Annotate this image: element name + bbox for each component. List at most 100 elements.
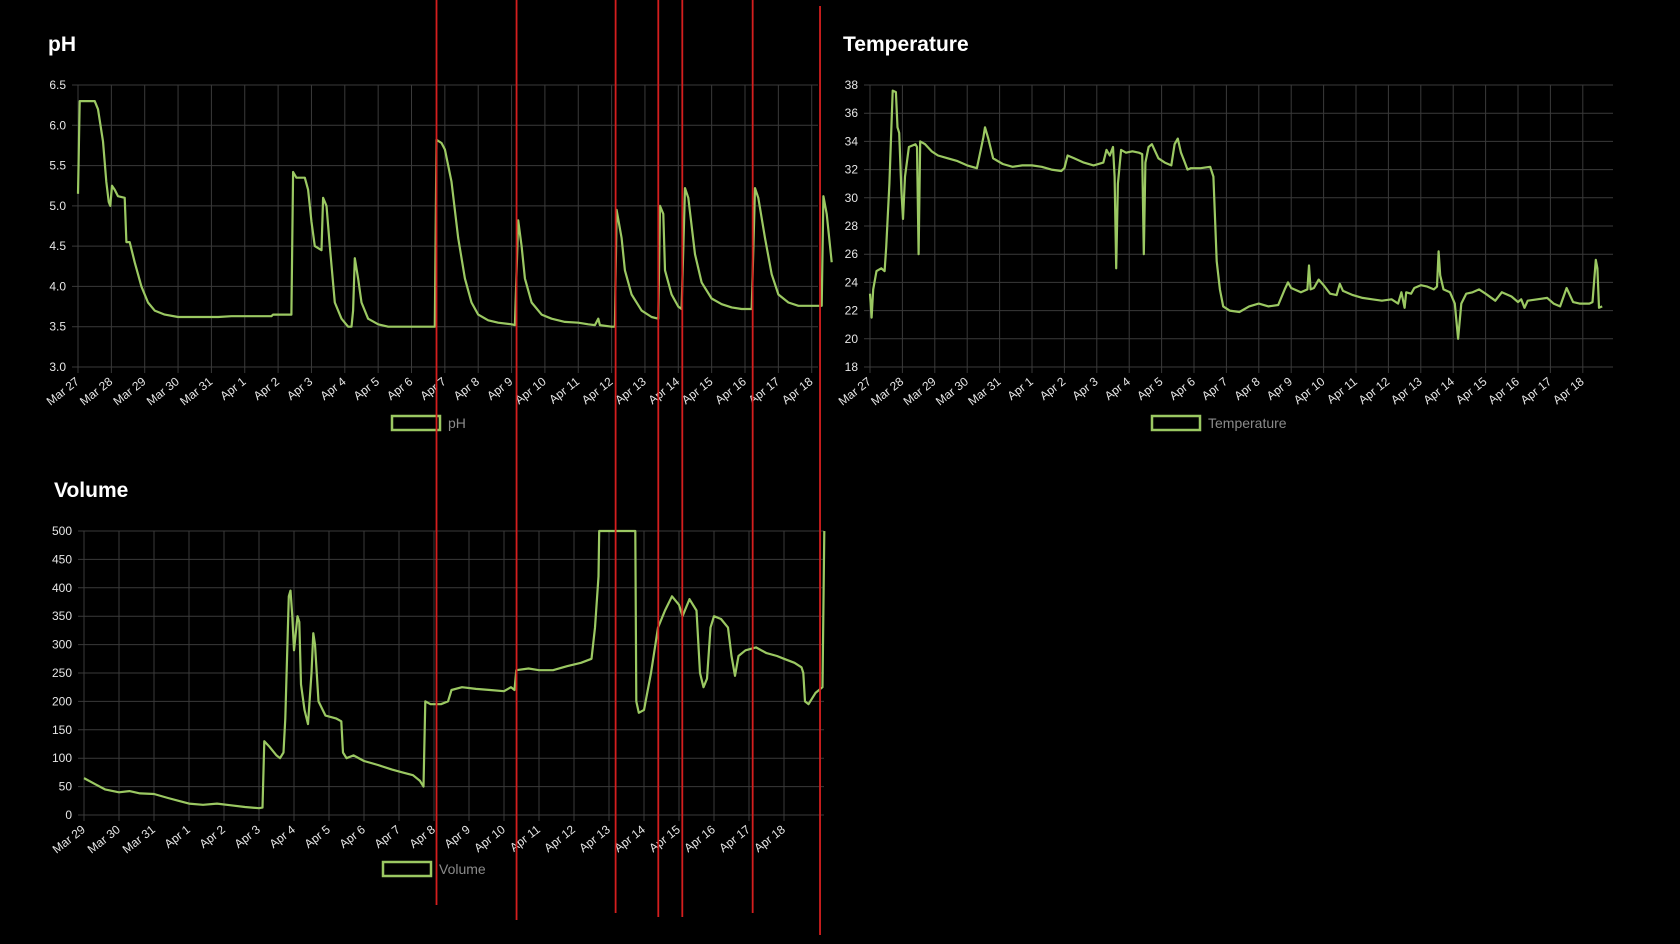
volume-x-tick-label: Apr 4 [267,822,298,851]
temperature-x-tick-label: Apr 8 [1231,374,1262,403]
volume-y-tick-label: 400 [52,581,72,595]
ph-x-tick-label: Apr 13 [612,374,649,407]
volume-series-line [83,529,826,810]
ph-x-tick-label: Mar 29 [110,374,148,408]
volume-x-tick-label: Apr 8 [407,822,438,851]
temperature-y-tick-label: 26 [845,247,859,261]
ph-x-tick-label: Apr 7 [417,374,448,403]
temperature-y-tick-label: 24 [845,275,859,289]
charts-canvas: 3.03.54.04.55.05.56.06.5Mar 27Mar 28Mar … [44,0,1613,935]
volume-x-tick-label: Apr 5 [302,822,333,851]
temperature-x-tick-label: Apr 12 [1356,374,1393,407]
temperature-x-tick-label: Apr 13 [1388,374,1425,407]
volume-x-tick-label: Apr 17 [716,822,753,855]
temperature-y-tick-label: 34 [845,134,859,148]
temperature-x-tick-label: Apr 5 [1134,374,1165,403]
ph-x-tick-label: Mar 31 [177,374,215,408]
ph-x-tick-label: Apr 5 [351,374,382,403]
temperature-y-tick-label: 38 [845,78,859,92]
ph-x-tick-label: Apr 3 [284,374,315,403]
volume-y-tick-label: 100 [52,751,72,765]
ph-x-tick-label: Apr 4 [317,374,348,403]
temperature-x-tick-label: Mar 30 [933,374,971,408]
ph-legend-swatch [390,414,442,432]
ph-series-line [76,99,833,328]
volume-y-tick-label: 50 [59,780,73,794]
ph-y-tick-label: 3.0 [49,360,66,374]
volume-y-tick-label: 250 [52,666,72,680]
volume-x-tick-label: Apr 11 [507,822,543,854]
volume-legend-label: Volume [439,861,486,877]
temperature-chart: 18 20 22 24 26 28 30 32 34 36 38 Mar 27Mar 28Mar 29… [836,78,1613,432]
ph-chart: 3.03.54.04.55.05.56.06.5Mar 27Mar 28Mar … [44,78,833,432]
volume-y-tick-label: 0 [65,808,72,822]
temperature-x-tick-label: Apr 4 [1102,374,1133,403]
temperature-x-tick-label: Apr 3 [1069,374,1100,403]
ph-x-tick-label: Apr 15 [679,374,716,407]
temperature-x-tick-label: Apr 14 [1421,374,1458,407]
ph-y-tick-label: 4.5 [49,239,66,253]
ph-legend-label: pH [448,415,466,431]
ph-x-tick-label: Apr 9 [484,374,515,403]
volume-x-tick-label: Apr 14 [611,822,648,855]
volume-y-tick-label: 450 [52,552,72,566]
temperature-x-tick-label: Apr 1 [1005,374,1036,403]
temperature-x-tick-label: Apr 9 [1264,374,1295,403]
temperature-y-tick-label: 32 [845,163,859,177]
volume-x-tick-label: Apr 1 [162,822,193,851]
ph-x-tick-label: Apr 1 [217,374,248,403]
ph-y-tick-label: 6.0 [49,118,66,132]
volume-x-tick-label: Apr 2 [197,822,228,851]
temperature-series-line [868,89,1603,340]
volume-y-tick-label: 200 [52,694,72,708]
ph-x-tick-label: Apr 10 [512,374,549,407]
volume-x-tick-label: Apr 18 [751,822,788,855]
ph-x-tick-label: Mar 27 [44,374,82,408]
volume-x-tick-label: Apr 6 [337,822,368,851]
ph-y-tick-label: 5.5 [49,159,66,173]
temperature-x-tick-label: Apr 16 [1485,374,1522,407]
temperature-x-tick-label: Apr 10 [1291,374,1328,407]
ph-y-tick-label: 5.0 [49,199,66,213]
volume-x-tick-label: Mar 31 [120,822,158,856]
temperature-x-tick-label: Apr 17 [1518,374,1555,407]
temperature-x-tick-label: Apr 2 [1037,374,1068,403]
temperature-x-tick-label: Apr 15 [1453,374,1490,407]
volume-y-tick-label: 300 [52,638,72,652]
ph-x-tick-label: Apr 2 [251,374,282,403]
volume-x-tick-label: Apr 10 [471,822,508,855]
ph-x-tick-label: Apr 11 [546,374,582,406]
volume-y-tick-label: 500 [52,524,72,538]
ph-x-tick-label: Mar 30 [144,374,182,408]
temperature-x-tick-label: Apr 11 [1324,374,1360,406]
temperature-legend-swatch [1150,414,1202,432]
volume-x-tick-label: Apr 9 [442,822,473,851]
temperature-x-tick-label: Apr 7 [1199,374,1230,403]
volume-y-tick-label: 150 [52,723,72,737]
volume-x-tick-label: Apr 13 [576,822,613,855]
volume-x-tick-label: Mar 29 [50,822,88,856]
ph-y-tick-label: 4.0 [49,279,66,293]
volume-x-tick-label: Mar 30 [85,822,123,856]
volume-x-tick-label: Apr 12 [541,822,578,855]
ph-x-tick-label: Apr 17 [746,374,783,407]
ph-x-tick-label: Apr 8 [451,374,482,403]
ph-y-tick-label: 3.5 [49,320,66,334]
temperature-x-tick-label: Apr 18 [1550,374,1587,407]
temperature-y-tick-label: 28 [845,219,859,233]
temperature-legend-label: Temperature [1208,415,1287,431]
temperature-y-tick-label: 20 [845,332,859,346]
temperature-y-tick-label: 36 [845,106,859,120]
temperature-x-tick-label: Mar 28 [868,374,906,408]
temperature-y-tick-label: 18 [845,360,859,374]
volume-x-tick-label: Apr 7 [372,822,403,851]
volume-x-tick-label: Apr 16 [681,822,718,855]
ph-x-tick-label: Apr 12 [579,374,616,407]
ph-x-tick-label: Mar 28 [77,374,115,408]
ph-x-tick-label: Apr 6 [384,374,415,403]
volume-legend-swatch [381,860,433,878]
temperature-x-tick-label: Mar 27 [836,374,874,408]
temperature-y-tick-label: 22 [845,304,859,318]
volume-y-tick-label: 350 [52,609,72,623]
ph-x-tick-label: Apr 14 [646,374,683,407]
